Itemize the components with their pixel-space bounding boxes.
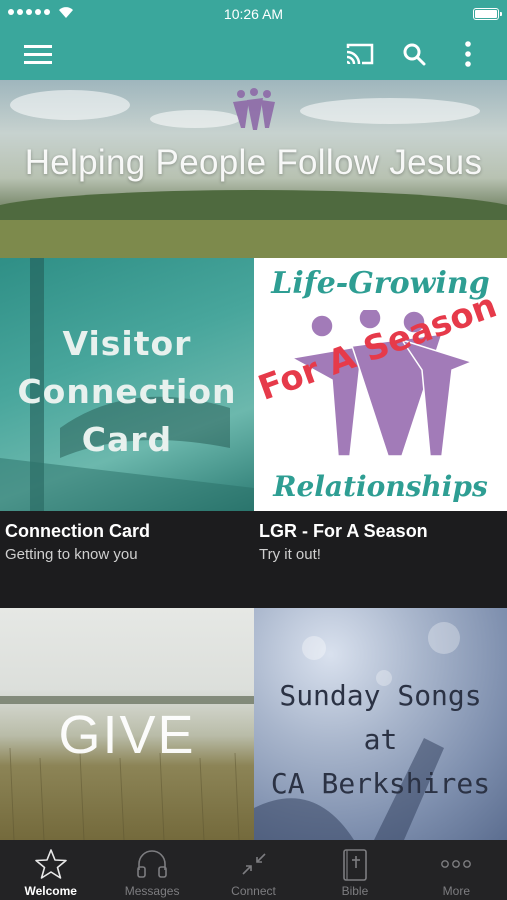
bible-icon bbox=[343, 849, 367, 881]
sunday-songs-image: Sunday Songs at CA Berkshires bbox=[254, 608, 507, 840]
connection-card-subtitle: Getting to know you bbox=[5, 546, 138, 563]
tile-lgr-for-a-season[interactable]: Life-Growing For A Season Relationships … bbox=[254, 258, 507, 608]
battery-icon bbox=[473, 8, 502, 20]
app-bar bbox=[0, 28, 507, 80]
tab-welcome-label: Welcome bbox=[24, 884, 77, 898]
more-vertical-icon bbox=[465, 41, 471, 67]
search-icon bbox=[403, 43, 426, 66]
connect-arrows-icon bbox=[241, 853, 266, 875]
lgr-title: LGR - For A Season bbox=[259, 521, 428, 541]
connection-card-title: Connection Card bbox=[5, 521, 151, 541]
search-button[interactable] bbox=[398, 38, 430, 70]
status-bar: 10:26 AM bbox=[0, 0, 507, 28]
hero-title: Helping People Follow Jesus bbox=[24, 143, 483, 182]
tile-connection-card[interactable]: Visitor Connection Card Connection Card … bbox=[0, 258, 254, 608]
tab-connect-label: Connect bbox=[231, 884, 276, 898]
tab-welcome[interactable]: Welcome bbox=[0, 840, 101, 900]
tile-give[interactable]: GIVE bbox=[0, 608, 254, 840]
star-icon bbox=[34, 849, 67, 879]
tab-more-label: More bbox=[442, 884, 470, 898]
give-image: GIVE bbox=[0, 608, 254, 840]
sunday-songs-image-text: Sunday Songs at CA Berkshires bbox=[270, 679, 491, 800]
menu-button[interactable] bbox=[22, 38, 54, 70]
give-image-text: GIVE bbox=[58, 705, 196, 765]
hamburger-menu-icon bbox=[24, 45, 52, 64]
tab-messages-label: Messages bbox=[124, 884, 180, 898]
headphones-icon bbox=[137, 850, 167, 878]
tab-bar: Welcome Messages Connect Bible More bbox=[0, 840, 507, 900]
tab-messages[interactable]: Messages bbox=[101, 840, 202, 900]
connection-card-image-text: Visitor Connection Card bbox=[17, 324, 237, 459]
tab-connect[interactable]: Connect bbox=[203, 840, 304, 900]
lgr-image: Life-Growing For A Season Relationships bbox=[254, 258, 507, 511]
tile-sunday-songs[interactable]: Sunday Songs at CA Berkshires bbox=[254, 608, 507, 840]
status-time: 10:26 AM bbox=[223, 6, 284, 22]
connection-card-image: Visitor Connection Card bbox=[0, 258, 254, 511]
tab-bible-label: Bible bbox=[341, 884, 369, 898]
ellipsis-icon bbox=[441, 860, 472, 868]
lgr-caption: LGR - For A Season Try it out! bbox=[254, 511, 507, 608]
tab-more[interactable]: More bbox=[406, 840, 507, 900]
lgr-image-bottom-text: Relationships bbox=[273, 470, 488, 503]
lgr-subtitle: Try it out! bbox=[259, 546, 321, 563]
cast-icon bbox=[346, 43, 374, 65]
hero-banner[interactable]: Helping People Follow Jesus bbox=[0, 80, 507, 258]
connection-card-caption: Connection Card Getting to know you bbox=[0, 511, 254, 608]
tab-bible[interactable]: Bible bbox=[304, 840, 405, 900]
cast-button[interactable] bbox=[344, 38, 376, 70]
church-logo-icon bbox=[233, 88, 275, 130]
more-options-button[interactable] bbox=[452, 38, 484, 70]
